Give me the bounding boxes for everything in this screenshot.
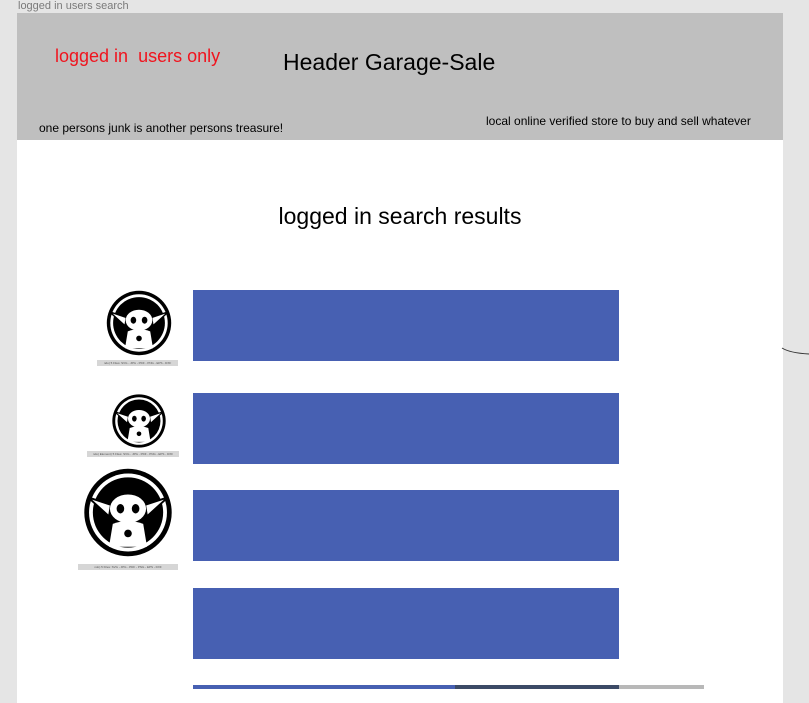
thumbnail-caption: ndo) 5 Files: SVG - JPG - PDF - PNG - EP…	[97, 360, 178, 366]
frame-label: logged in users search	[18, 0, 129, 12]
results-title: logged in search results	[278, 203, 522, 229]
page-artboard: logged in users only Header Garage-Sale …	[17, 13, 783, 703]
tagline-description: local online verified store to buy and s…	[486, 114, 751, 128]
strip-segment	[193, 685, 455, 689]
strip-segment	[619, 685, 704, 689]
baby-yoda-icon	[84, 468, 172, 557]
prototype-connector-line	[781, 347, 809, 355]
site-header: logged in users only Header Garage-Sale …	[17, 13, 783, 140]
result-thumbnail[interactable]	[104, 392, 174, 450]
result-item[interactable]	[193, 588, 619, 659]
thumbnail-caption: ndo) Element) 5 Files: SVG - JPG - PDF -…	[87, 451, 179, 457]
result-item[interactable]	[193, 290, 619, 361]
result-item[interactable]	[193, 393, 619, 464]
logged-in-notice: logged in users only	[55, 46, 221, 66]
thumbnail-caption: ndo) 5 Files: SVG - JPG - PDF - PNG - EP…	[78, 564, 178, 570]
result-thumbnail[interactable]	[77, 465, 179, 560]
result-item[interactable]	[193, 490, 619, 561]
baby-yoda-icon	[112, 394, 166, 448]
baby-yoda-icon	[106, 290, 172, 356]
strip-segment	[455, 685, 619, 689]
tagline-slogan: one persons junk is another persons trea…	[39, 121, 284, 135]
result-thumbnail[interactable]	[99, 288, 179, 358]
header-title: Header Garage-Sale	[283, 49, 496, 75]
